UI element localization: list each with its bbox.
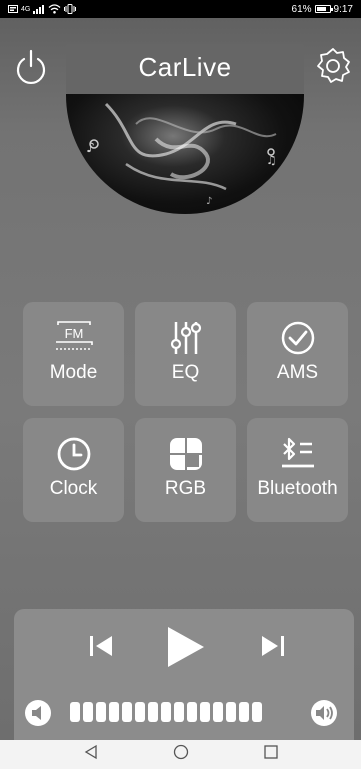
volume-segment — [83, 702, 93, 722]
volume-segment — [122, 702, 132, 722]
status-right: 61% 9:17 — [292, 4, 353, 15]
volume-segment — [135, 702, 145, 722]
volume-segment — [226, 702, 236, 722]
mode-tile[interactable]: FM Mode — [23, 302, 124, 406]
skip-next-icon — [262, 636, 284, 656]
volume-up-icon — [311, 700, 337, 726]
network-type: 4G — [21, 5, 31, 13]
volume-segment — [200, 702, 210, 722]
bluetooth-tile[interactable]: Bluetooth — [247, 418, 348, 522]
status-bar: 4G 61% 9:17 — [0, 0, 361, 18]
volume-segment — [161, 702, 171, 722]
eq-label: EQ — [171, 362, 200, 383]
svg-text:♪: ♪ — [206, 196, 212, 207]
battery-percent: 61% — [291, 3, 312, 15]
nav-home-button[interactable] — [173, 744, 189, 765]
volume-segment — [213, 702, 223, 722]
clock-label: Clock — [49, 478, 98, 499]
clock-tile[interactable]: Clock — [23, 418, 124, 522]
clock-icon — [56, 436, 92, 472]
gear-icon — [317, 48, 350, 83]
volume-segment — [109, 702, 119, 722]
settings-button[interactable] — [314, 46, 352, 84]
volume-down-icon — [25, 700, 51, 726]
app-screen: 4G 61% 9:17 CarLive ♪ ♫ ♪ FM Mode EQ AMS… — [0, 0, 361, 740]
album-art: ♪ ♫ ♪ — [66, 94, 304, 214]
volume-segment — [187, 702, 197, 722]
mode-label: Mode — [49, 362, 98, 383]
status-icons: 4G — [8, 4, 77, 14]
bluetooth-label: Bluetooth — [257, 478, 338, 499]
svg-text:♪: ♪ — [86, 140, 95, 156]
vibrate-icon — [64, 4, 77, 14]
play-button[interactable] — [164, 625, 206, 669]
app-title: CarLive — [138, 52, 232, 82]
rgb-tile[interactable]: RGB — [135, 418, 236, 522]
ams-tile[interactable]: AMS — [247, 302, 348, 406]
previous-button[interactable] — [88, 633, 116, 659]
volume-segment — [252, 702, 262, 722]
clock-time: 9:17 — [333, 3, 353, 15]
volume-down-button[interactable] — [24, 699, 52, 727]
volume-segment — [239, 702, 249, 722]
battery-icon — [314, 5, 333, 13]
smoke-artwork: ♪ ♫ ♪ — [86, 102, 277, 207]
message-icon — [8, 5, 18, 13]
wifi-icon — [48, 4, 61, 14]
home-circle-icon — [173, 744, 188, 760]
system-nav-bar — [0, 740, 361, 769]
volume-up-button[interactable] — [310, 699, 338, 727]
check-circle-icon — [280, 320, 316, 356]
fm-icon-text: FM — [64, 326, 83, 341]
back-triangle-icon — [84, 744, 97, 760]
volume-slider[interactable] — [70, 701, 292, 723]
signal-icon — [33, 4, 45, 14]
eq-tile[interactable]: EQ — [135, 302, 236, 406]
equalizer-icon — [166, 320, 206, 356]
volume-segment — [174, 702, 184, 722]
svg-text:♫: ♫ — [266, 153, 277, 167]
nav-recents-button[interactable] — [263, 744, 279, 765]
next-button[interactable] — [258, 633, 286, 659]
play-icon — [168, 627, 204, 667]
player-panel — [14, 609, 354, 740]
volume-segment — [148, 702, 158, 722]
bluetooth-icon — [278, 436, 318, 472]
rgb-label: RGB — [164, 478, 207, 499]
power-button[interactable] — [14, 48, 48, 86]
rgb-quadrant-icon — [168, 436, 204, 472]
skip-previous-icon — [90, 636, 112, 656]
fm-radio-icon: FM — [53, 320, 95, 356]
volume-segment — [96, 702, 106, 722]
recents-square-icon — [263, 745, 278, 759]
power-icon — [16, 49, 46, 84]
ams-label: AMS — [276, 362, 319, 383]
volume-segment — [70, 702, 80, 722]
nav-back-button[interactable] — [83, 744, 99, 765]
